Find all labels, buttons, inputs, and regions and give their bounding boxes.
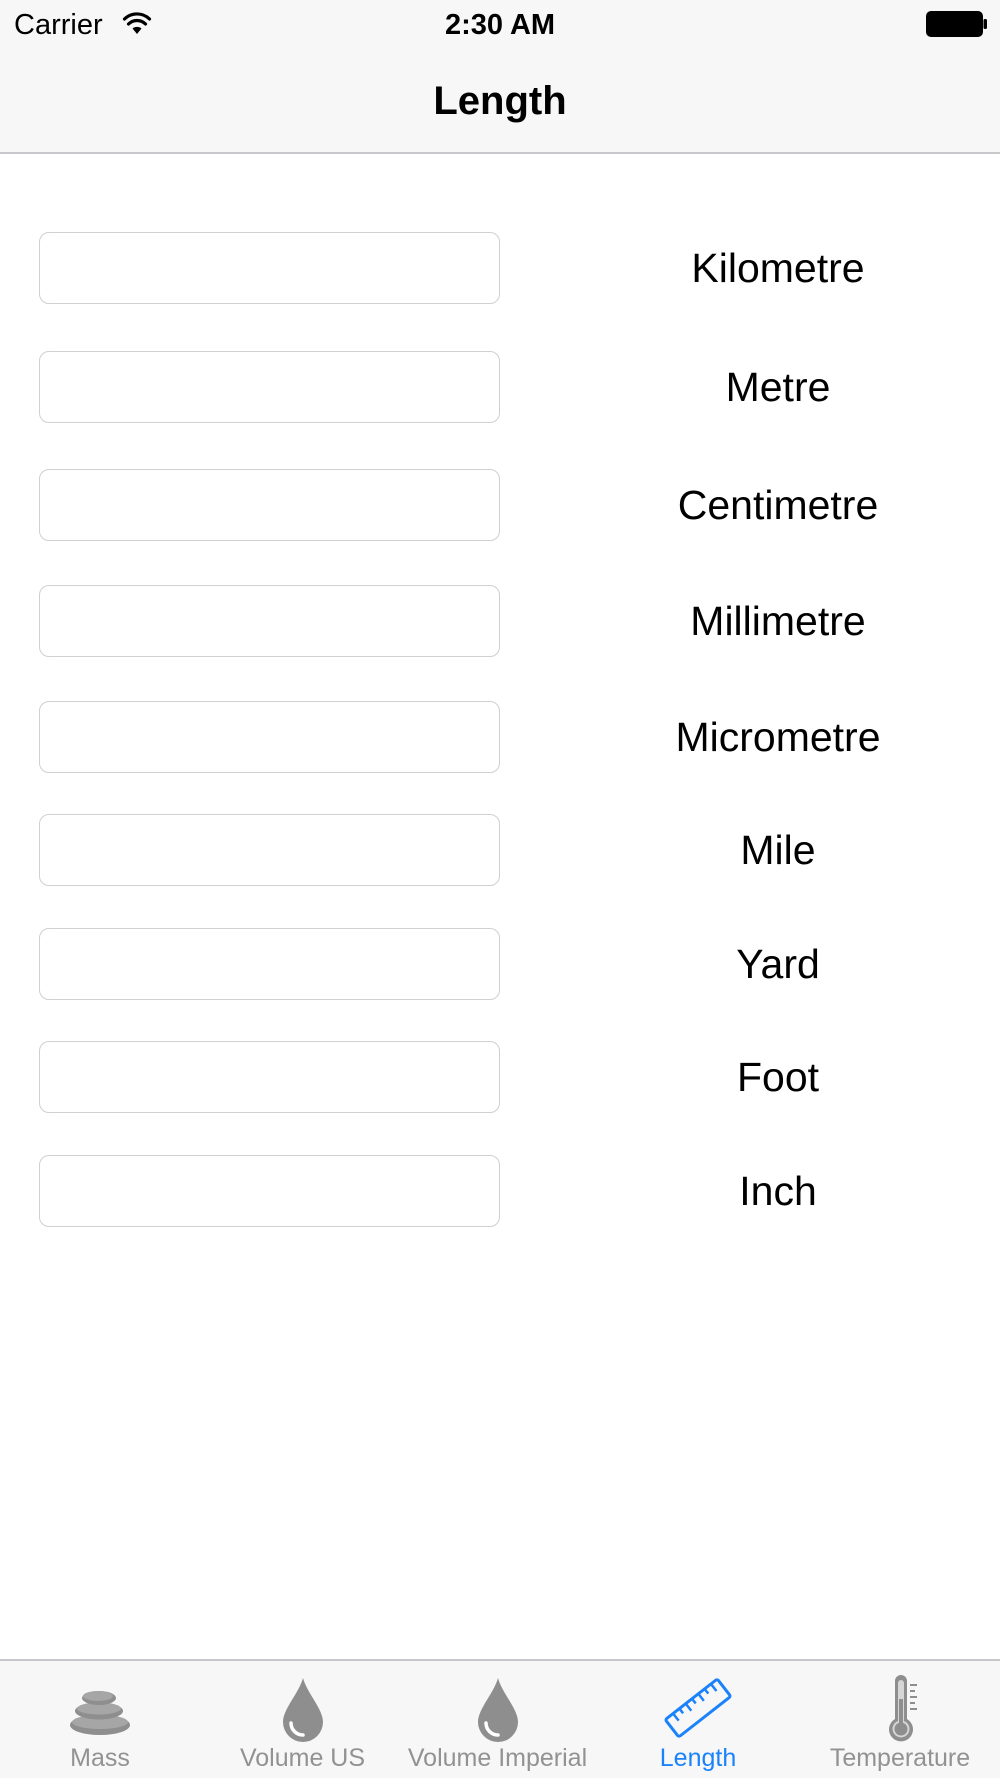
centimetre-label: Centimetre (677, 482, 879, 528)
unit-row-mile: Mile (0, 814, 1000, 888)
unit-row-inch: Inch (0, 1155, 1000, 1229)
thermometer-icon (889, 1675, 917, 1742)
foot-input[interactable] (39, 1041, 500, 1113)
navigation-bar: Length (0, 48, 1000, 154)
micrometre-input[interactable] (39, 701, 500, 773)
converter-form: Kilometre Metre Centimetre Millimetre Mi… (0, 154, 1000, 1659)
inch-input[interactable] (39, 1155, 500, 1227)
kilometre-input[interactable] (39, 232, 500, 304)
metre-label: Metre (725, 364, 831, 410)
tab-volume-us[interactable]: Volume US (200, 1661, 405, 1778)
unit-row-yard: Yard (0, 928, 1000, 1002)
page-title: Length (433, 79, 567, 123)
tab-length[interactable]: Length (598, 1661, 798, 1778)
tab-temperature[interactable]: Temperature (800, 1661, 1000, 1778)
yard-input[interactable] (39, 928, 500, 1000)
droplet-icon (282, 1678, 323, 1742)
kilometre-label: Kilometre (691, 245, 865, 291)
unit-row-kilometre: Kilometre (0, 232, 1000, 306)
stones-icon (70, 1691, 130, 1735)
unit-row-foot: Foot (0, 1041, 1000, 1115)
status-time: 2:30 AM (444, 9, 556, 41)
mile-input[interactable] (39, 814, 500, 886)
tab-temperature-label: Temperature (829, 1744, 971, 1772)
ruler-icon (664, 1678, 732, 1738)
tab-mass[interactable]: Mass (0, 1661, 200, 1778)
yard-label: Yard (736, 941, 820, 987)
metre-input[interactable] (39, 351, 500, 423)
tab-volume-imperial-label: Volume Imperial (407, 1744, 588, 1772)
unit-row-centimetre: Centimetre (0, 469, 1000, 543)
centimetre-input[interactable] (39, 469, 500, 541)
millimetre-label: Millimetre (690, 598, 866, 644)
micrometre-label: Micrometre (675, 714, 881, 760)
foot-label: Foot (736, 1054, 820, 1100)
battery-icon (926, 11, 987, 37)
millimetre-input[interactable] (39, 585, 500, 657)
unit-row-metre: Metre (0, 351, 1000, 425)
inch-label: Inch (739, 1168, 817, 1214)
tab-mass-label: Mass (70, 1744, 130, 1772)
unit-row-millimetre: Millimetre (0, 585, 1000, 659)
status-bar: Carrier 2:30 AM (0, 0, 1000, 48)
tab-bar: Mass Volume US Volume Imperial Length Te… (0, 1659, 1000, 1778)
unit-row-micrometre: Micrometre (0, 701, 1000, 775)
tab-volume-us-label: Volume US (239, 1744, 366, 1772)
tab-volume-imperial[interactable]: Volume Imperial (400, 1661, 595, 1778)
droplet-icon (477, 1678, 518, 1742)
mile-label: Mile (740, 827, 816, 873)
tab-length-label: Length (659, 1744, 737, 1772)
